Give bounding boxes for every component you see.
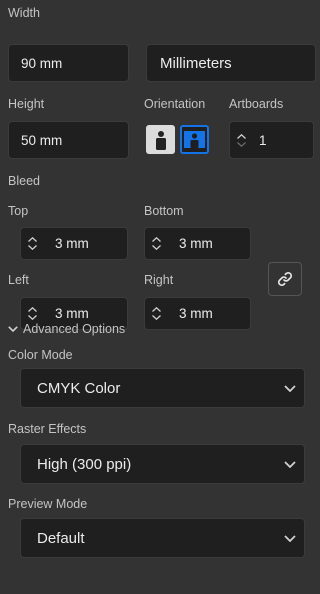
height-label: Height [8, 97, 45, 111]
bleed-label: Bleed [8, 174, 40, 188]
width-input[interactable]: 90 mm [8, 44, 129, 82]
link-bleed-button[interactable] [268, 262, 302, 296]
bleed-right-value: 3 mm [179, 306, 213, 321]
orientation-label: Orientation [144, 97, 206, 111]
portrait-person-icon [155, 130, 166, 150]
preview-mode-label: Preview Mode [8, 497, 88, 511]
advanced-options-label: Advanced Options [23, 322, 126, 336]
units-dropdown[interactable]: Millimeters [146, 44, 316, 82]
width-value: 90 mm [21, 55, 63, 71]
color-mode-value: CMYK Color [37, 379, 121, 397]
chevron-down-icon [8, 326, 18, 332]
raster-effects-label: Raster Effects [8, 422, 87, 436]
chevron-up-icon[interactable] [151, 237, 161, 242]
link-icon [277, 271, 293, 287]
bleed-top-value: 3 mm [55, 236, 89, 251]
chevron-up-icon[interactable] [27, 307, 37, 312]
bleed-bottom-stepper[interactable]: 3 mm [144, 227, 251, 260]
chevron-up-icon[interactable] [151, 307, 161, 312]
raster-effects-value: High (300 ppi) [37, 455, 132, 473]
chevron-up-icon[interactable] [27, 237, 37, 242]
bleed-bottom-label: Bottom [144, 204, 184, 218]
artboards-value: 1 [259, 132, 267, 148]
chevron-down-icon[interactable] [236, 141, 246, 147]
advanced-options-toggle[interactable]: Advanced Options [8, 322, 125, 336]
bleed-left-label: Left [8, 273, 29, 287]
chevron-down-icon[interactable] [27, 245, 37, 250]
width-label: Width [8, 6, 40, 20]
preview-mode-value: Default [37, 529, 85, 547]
artboards-arrows[interactable] [230, 122, 252, 158]
chevron-down-icon [284, 384, 296, 392]
color-mode-label: Color Mode [8, 348, 73, 362]
portrait-button[interactable] [146, 125, 175, 154]
bleed-right-arrows[interactable] [145, 298, 167, 329]
bleed-right-label: Right [144, 273, 174, 287]
chevron-down-icon[interactable] [27, 315, 37, 320]
raster-effects-dropdown[interactable]: High (300 ppi) [20, 444, 305, 484]
artboards-stepper[interactable]: 1 [229, 121, 314, 159]
landscape-person-icon [184, 131, 205, 148]
height-value: 50 mm [21, 132, 63, 148]
preview-mode-dropdown[interactable]: Default [20, 518, 305, 558]
bleed-bottom-arrows[interactable] [145, 228, 167, 259]
bleed-bottom-value: 3 mm [179, 236, 213, 251]
bleed-right-stepper[interactable]: 3 mm [144, 297, 251, 330]
units-value: Millimeters [160, 54, 232, 72]
chevron-down-icon[interactable] [151, 315, 161, 320]
height-input[interactable]: 50 mm [8, 121, 129, 159]
chevron-down-icon [284, 460, 296, 468]
landscape-button[interactable] [180, 125, 209, 154]
bleed-top-label: Top [8, 204, 29, 218]
bleed-top-arrows[interactable] [21, 228, 43, 259]
color-mode-dropdown[interactable]: CMYK Color [20, 368, 305, 408]
chevron-down-icon[interactable] [151, 245, 161, 250]
chevron-up-icon[interactable] [236, 133, 246, 139]
bleed-left-value: 3 mm [55, 306, 89, 321]
chevron-down-icon [284, 534, 296, 542]
artboards-label: Artboards [229, 97, 284, 111]
bleed-top-stepper[interactable]: 3 mm [20, 227, 128, 260]
